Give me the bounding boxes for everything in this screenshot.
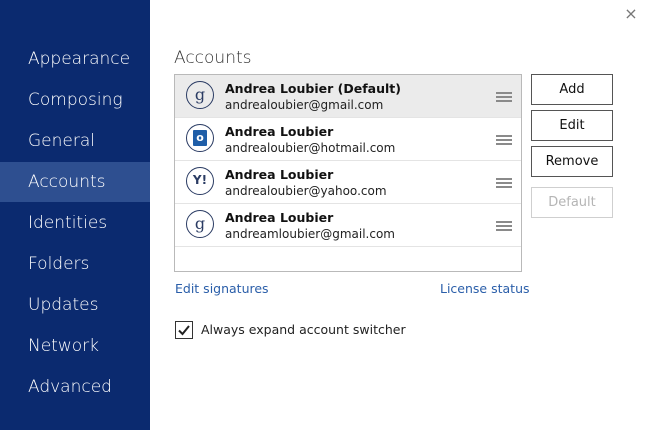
license-status-link[interactable]: License status (440, 281, 530, 296)
sidebar-item-folders[interactable]: Folders (0, 244, 150, 284)
gmail-icon: g (186, 81, 214, 109)
sidebar-item-identities[interactable]: Identities (0, 203, 150, 243)
sidebar-item-appearance[interactable]: Appearance (0, 39, 150, 79)
drag-handle-icon[interactable] (496, 178, 512, 188)
account-name: Andrea Loubier (225, 124, 334, 139)
account-row[interactable]: Y! Andrea Loubier andrealoubier@yahoo.co… (175, 161, 521, 204)
sidebar-item-general[interactable]: General (0, 121, 150, 161)
sidebar-item-composing[interactable]: Composing (0, 80, 150, 120)
account-email: andrealoubier@gmail.com (225, 98, 384, 112)
add-button[interactable]: Add (531, 74, 613, 105)
sidebar-item-advanced[interactable]: Advanced (0, 367, 150, 407)
edit-button[interactable]: Edit (531, 110, 613, 141)
account-row[interactable]: g Andrea Loubier (Default) andrealoubier… (175, 75, 521, 118)
sidebar-item-network[interactable]: Network (0, 326, 150, 366)
expand-switcher-checkbox[interactable] (175, 321, 193, 339)
account-name: Andrea Loubier (225, 167, 334, 182)
account-row[interactable]: o Andrea Loubier andrealoubier@hotmail.c… (175, 118, 521, 161)
outlook-icon: o (186, 124, 214, 152)
account-name: Andrea Loubier (225, 210, 334, 225)
account-name: Andrea Loubier (Default) (225, 81, 401, 96)
drag-handle-icon[interactable] (496, 92, 512, 102)
sidebar: Appearance Composing General Accounts Id… (0, 0, 150, 430)
sidebar-item-accounts[interactable]: Accounts (0, 162, 150, 202)
edit-signatures-link[interactable]: Edit signatures (175, 281, 269, 296)
default-button[interactable]: Default (531, 187, 613, 218)
drag-handle-icon[interactable] (496, 135, 512, 145)
sidebar-item-updates[interactable]: Updates (0, 285, 150, 325)
drag-handle-icon[interactable] (496, 221, 512, 231)
checkmark-icon (178, 325, 190, 336)
checkbox-label: Always expand account switcher (201, 322, 406, 337)
yahoo-icon: Y! (186, 167, 214, 195)
gmail-icon: g (186, 210, 214, 238)
remove-button[interactable]: Remove (531, 146, 613, 177)
page-title: Accounts (174, 48, 252, 68)
outlook-glyph: o (193, 130, 207, 146)
account-email: andrealoubier@hotmail.com (225, 141, 396, 155)
account-row[interactable]: g Andrea Loubier andreamloubier@gmail.co… (175, 204, 521, 247)
account-email: andrealoubier@yahoo.com (225, 184, 387, 198)
account-email: andreamloubier@gmail.com (225, 227, 395, 241)
accounts-list[interactable]: g Andrea Loubier (Default) andrealoubier… (174, 74, 522, 272)
close-icon[interactable]: × (621, 4, 641, 24)
